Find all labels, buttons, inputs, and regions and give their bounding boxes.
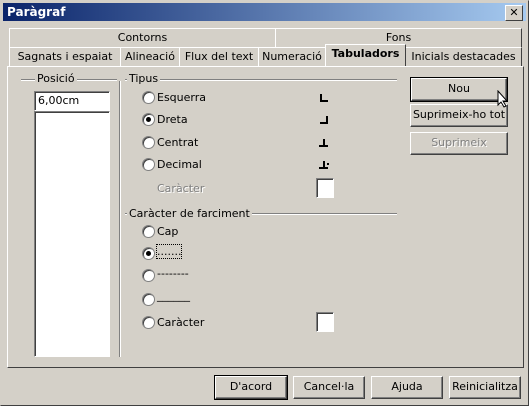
radio-fill-none[interactable] [142,225,155,238]
decimal-tab-icon [319,167,328,169]
type-group-line [125,79,397,81]
center-tab-icon-stem [323,139,325,145]
delete-all-button[interactable]: Suprimeix-ho tot [410,104,508,127]
label-centrat: Centrat [157,136,199,149]
radio-esquerra[interactable] [142,91,155,104]
label-fill-none: Cap [157,225,179,238]
window-title: Paràgraf [7,5,66,19]
radio-fill-character[interactable] [142,316,155,329]
title-bar: Paràgraf ✕ [3,3,526,21]
tab-numeracio[interactable]: Numeració [258,47,326,66]
radio-dreta[interactable] [142,113,155,126]
mouse-cursor-icon [497,90,509,108]
label-fill-dashes: -------- [157,267,189,280]
reset-button[interactable]: Reinicialitza [449,376,521,399]
fill-character-input[interactable] [316,312,334,332]
type-label: Tipus [127,72,161,85]
left-tab-icon [320,94,328,102]
tab-flux-text[interactable]: Flux del text [179,47,259,66]
label-fill-character: Caràcter [157,316,205,329]
label-fill-dots: ....... [155,244,183,259]
position-input[interactable]: 6,00cm [34,91,110,111]
label-dreta: Dreta [157,113,188,126]
radio-decimal[interactable] [142,158,155,171]
close-button[interactable]: ✕ [505,5,523,21]
ok-button[interactable]: D'acord [214,375,288,400]
tab-tabuladors[interactable]: Tabuladors [325,44,406,66]
delete-button[interactable]: Suprimeix [410,132,508,155]
type-character-label: Caràcter [157,182,205,195]
new-button[interactable]: Nou [410,77,508,102]
right-tab-icon [320,116,328,124]
label-esquerra: Esquerra [157,91,206,104]
radio-fill-dashes[interactable] [142,269,155,282]
radio-centrat[interactable] [142,136,155,149]
help-button[interactable]: Ajuda [371,376,443,399]
position-label: Posició [35,72,77,85]
cancel-button[interactable]: Cancel·la [293,376,365,399]
tab-inicials[interactable]: Inicials destacades [405,47,522,66]
position-list[interactable] [34,111,110,357]
separator [119,81,121,357]
paragraph-dialog: Paràgraf ✕ Contorns Fons Sagnats i espai… [0,0,529,406]
position-input-value: 6,00cm [38,94,80,107]
decimal-tab-icon-dot [327,163,329,165]
tab-alineacio[interactable]: Alineació [120,47,180,66]
tab-sagnats[interactable]: Sagnats i espaiat [9,47,121,66]
label-decimal: Decimal [157,158,202,171]
center-tab-icon [319,145,328,147]
radio-fill-underline[interactable] [142,293,155,306]
fill-label: Caràcter de farciment [127,207,252,220]
tab-contorns[interactable]: Contorns [9,28,276,47]
type-character-input[interactable] [316,178,334,198]
decimal-tab-icon-stem [323,161,325,167]
label-fill-underline: ______ [157,289,190,302]
radio-fill-dots[interactable] [142,247,155,260]
